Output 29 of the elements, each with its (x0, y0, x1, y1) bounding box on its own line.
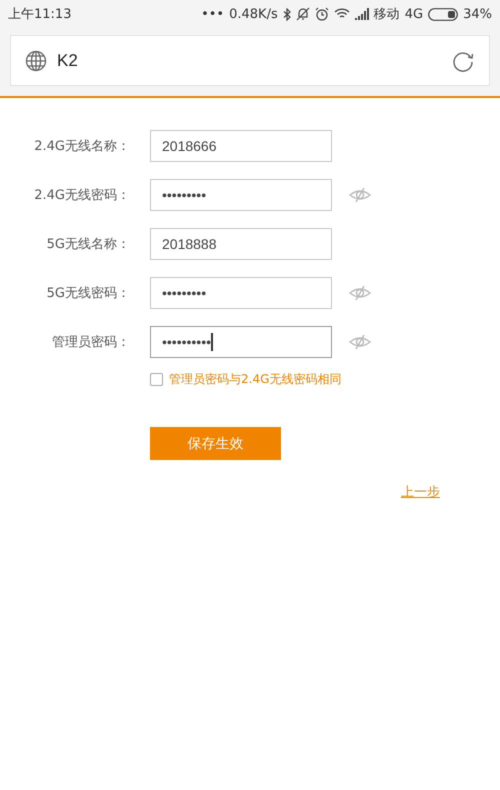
text-field[interactable]: 2018666 (150, 130, 332, 162)
network-speed: 0.48K/s (229, 6, 278, 22)
eye-slash-icon[interactable] (349, 333, 371, 351)
eye-slash-icon[interactable] (349, 186, 371, 204)
checkbox[interactable] (150, 373, 163, 386)
field-label: 2.4G无线名称： (33, 138, 130, 155)
bell-muted-icon (296, 7, 310, 21)
url-text: K2 (57, 50, 79, 70)
field-label: 2.4G无线密码： (33, 187, 130, 204)
network-type: 4G (404, 6, 424, 22)
signal-icon (354, 8, 369, 20)
field-label: 5G无线名称： (46, 236, 130, 253)
field-label: 管理员密码： (51, 334, 130, 351)
eye-slash-icon[interactable] (349, 284, 371, 302)
globe-icon (25, 50, 47, 72)
password-field[interactable]: ••••••••• (150, 277, 332, 309)
more-indicator: ••• (201, 6, 224, 22)
wifi-icon (334, 8, 350, 20)
battery-percent: 34% (463, 6, 492, 22)
text-field[interactable]: 2018888 (150, 228, 332, 260)
address-bar[interactable]: K2 (10, 35, 490, 86)
carrier-label: 移动 (374, 6, 400, 23)
password-field[interactable]: ••••••••• (150, 179, 332, 211)
clock: 上午11:13 (8, 6, 72, 23)
password-field[interactable]: •••••••••• (150, 326, 332, 358)
alarm-icon (314, 7, 329, 21)
battery-icon (428, 8, 458, 20)
field-label: 5G无线密码： (46, 285, 130, 302)
bluetooth-icon (282, 8, 291, 20)
